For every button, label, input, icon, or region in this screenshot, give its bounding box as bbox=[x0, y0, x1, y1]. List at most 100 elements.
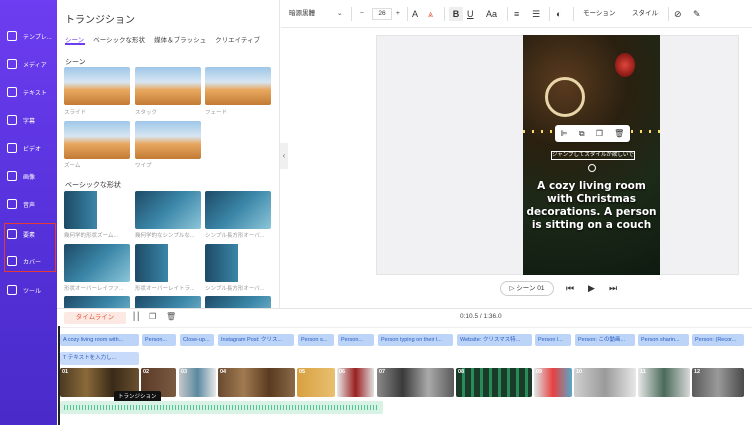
subtitle-clip[interactable]: Person sharin... bbox=[638, 334, 689, 346]
transition-thumb-shape[interactable] bbox=[205, 244, 271, 282]
timeline-button[interactable]: タイムライン bbox=[64, 312, 126, 324]
text-clip[interactable]: T テキストを入力し... bbox=[60, 352, 139, 365]
sidebar-item-text[interactable]: テキスト bbox=[0, 81, 57, 103]
line-spacing-icon[interactable]: ☰ bbox=[532, 7, 540, 21]
layers-icon[interactable]: ⧉ bbox=[579, 129, 585, 139]
subtitle-clip[interactable]: Person... bbox=[142, 334, 176, 346]
subtitle-clip[interactable]: Person l... bbox=[535, 334, 571, 346]
transition-thumb-shape[interactable] bbox=[205, 296, 271, 308]
rotate-icon[interactable] bbox=[588, 164, 596, 172]
transition-label: 幾何学的なシンプルな... bbox=[135, 233, 195, 239]
subtitle-clip[interactable]: A cozy living room with... bbox=[60, 334, 139, 346]
transition-thumb-fade[interactable] bbox=[205, 67, 271, 105]
subtitle-clip[interactable]: Person typing on their l... bbox=[378, 334, 453, 346]
sidebar-item-tools[interactable]: ツール bbox=[0, 279, 57, 301]
edit-pen-icon[interactable]: ✎ bbox=[693, 7, 701, 21]
increase-font-button[interactable]: + bbox=[396, 7, 400, 21]
sidebar-item-subtitles[interactable]: 字幕 bbox=[0, 109, 57, 131]
section-title-basic-shapes: ベーシックな形状 bbox=[65, 182, 121, 189]
chevron-down-icon: ⌄ bbox=[337, 10, 343, 17]
skip-back-icon[interactable]: ⏮ bbox=[566, 283, 574, 294]
sidebar-item-label: メディア bbox=[23, 62, 47, 69]
video-clip[interactable]: 04 bbox=[218, 368, 295, 397]
play-icon[interactable]: ▶ bbox=[588, 283, 595, 294]
align-icon[interactable]: ⊫ bbox=[561, 129, 568, 138]
trash-icon[interactable]: 🗑 bbox=[166, 312, 176, 321]
highlight-box bbox=[4, 223, 56, 272]
video-clip[interactable]: 03 bbox=[179, 368, 216, 397]
transition-thumb-shape[interactable] bbox=[64, 191, 130, 229]
subtitle-clip[interactable]: Person... bbox=[338, 334, 374, 346]
subtitle-clip[interactable]: Website: クリスマス特... bbox=[457, 334, 532, 346]
video-clip[interactable]: 05 bbox=[297, 368, 335, 397]
video-clip[interactable]: 09 bbox=[534, 368, 572, 397]
timeline-time: 0:10.5 / 1:36.0 bbox=[460, 313, 502, 320]
transition-thumb-zoom[interactable] bbox=[64, 121, 130, 159]
subtitle-clip[interactable]: Person s... bbox=[298, 334, 334, 346]
underline-icon[interactable]: U bbox=[467, 7, 474, 21]
font-color-icon[interactable]: A bbox=[412, 7, 418, 21]
tab-media-brush[interactable]: 媒体＆ブラッシュ bbox=[154, 34, 206, 44]
trash-icon[interactable]: 🗑 bbox=[614, 129, 624, 138]
video-clip[interactable]: 12 bbox=[692, 368, 744, 397]
tab-creative[interactable]: クリエイティブ bbox=[215, 34, 260, 44]
video-clip[interactable]: 06 bbox=[337, 368, 374, 397]
video-icon bbox=[7, 143, 17, 153]
sidebar-item-templates[interactable]: テンプレ... bbox=[0, 25, 57, 47]
video-clip[interactable]: 11 bbox=[638, 368, 690, 397]
font-size-input[interactable]: 26 bbox=[372, 8, 392, 20]
transition-thumb-shape[interactable] bbox=[64, 296, 130, 308]
sidebar-item-label: テキスト bbox=[23, 90, 47, 97]
video-clip[interactable]: 07 bbox=[377, 368, 454, 397]
divider bbox=[549, 7, 550, 21]
sidebar-item-video[interactable]: ビデオ bbox=[0, 137, 57, 159]
style-button[interactable]: スタイル bbox=[632, 7, 658, 21]
transition-thumb-wipe[interactable] bbox=[135, 121, 201, 159]
bold-icon[interactable]: B bbox=[449, 7, 463, 21]
transition-thumb-stack[interactable] bbox=[135, 67, 201, 105]
collapse-panel-button[interactable]: ‹ bbox=[280, 143, 288, 169]
subtitle-clip[interactable]: Close-up... bbox=[180, 334, 214, 346]
image-icon bbox=[7, 171, 17, 181]
skip-forward-icon[interactable]: ⏭ bbox=[609, 283, 617, 294]
subtitle-clip[interactable]: Instagram Post: クリス... bbox=[218, 334, 294, 346]
link-icon[interactable]: ⊘ bbox=[674, 7, 682, 21]
scene-selector[interactable]: ▷ シーン 01 bbox=[500, 281, 554, 296]
transition-thumb-shape[interactable] bbox=[135, 296, 201, 308]
panel-title: トランジション bbox=[65, 15, 135, 26]
split-icon[interactable]: ⎮⎮ bbox=[132, 312, 140, 321]
transition-label: スタック bbox=[135, 110, 158, 116]
decrease-font-button[interactable]: − bbox=[360, 7, 364, 21]
duplicate-icon[interactable]: ❐ bbox=[596, 129, 603, 138]
divider bbox=[351, 7, 352, 21]
subtitle-clip[interactable]: Person: (Recor... bbox=[692, 334, 744, 346]
transition-thumb-shape[interactable] bbox=[135, 244, 201, 282]
layers-icon bbox=[7, 31, 17, 41]
transition-thumb-shape[interactable] bbox=[205, 191, 271, 229]
transition-label: 幾何学的形状ズーム... bbox=[64, 233, 118, 239]
clip-number: 03 bbox=[181, 369, 188, 375]
video-clip[interactable]: 08 bbox=[456, 368, 532, 397]
transition-thumb-slide[interactable] bbox=[64, 67, 130, 105]
motion-button[interactable]: モーション bbox=[583, 7, 615, 21]
transition-label: 形状オーバーレイトラ... bbox=[135, 286, 195, 292]
sidebar-item-audio[interactable]: 音声 bbox=[0, 193, 57, 215]
clip-number: 07 bbox=[379, 369, 386, 375]
align-center-icon[interactable]: ≡ bbox=[514, 7, 519, 21]
audio-track[interactable] bbox=[60, 401, 383, 414]
sidebar-item-media[interactable]: メディア bbox=[0, 53, 57, 75]
transition-thumb-shape[interactable] bbox=[64, 244, 130, 282]
playhead[interactable] bbox=[58, 326, 60, 425]
opacity-icon[interactable]: ◐ bbox=[556, 7, 561, 21]
video-caption-text[interactable]: A cozy living room with Christmas decora… bbox=[523, 180, 660, 232]
transition-thumb-shape[interactable] bbox=[135, 191, 201, 229]
highlight-color-icon[interactable]: ⩓ bbox=[428, 7, 433, 21]
sidebar-item-image[interactable]: 画像 bbox=[0, 165, 57, 187]
video-clip[interactable]: 10 bbox=[574, 368, 636, 397]
tab-basic-shapes[interactable]: ベーシックな形状 bbox=[93, 34, 145, 44]
text-case-icon[interactable]: Aa bbox=[486, 7, 497, 21]
duplicate-icon[interactable]: ❐ bbox=[149, 312, 156, 321]
subtitle-clip[interactable]: Person: この動画... bbox=[575, 334, 635, 346]
music-icon bbox=[7, 199, 17, 209]
subtitle-text-box[interactable]: ジャンプしてスタイルが欲しいです bbox=[551, 151, 635, 160]
